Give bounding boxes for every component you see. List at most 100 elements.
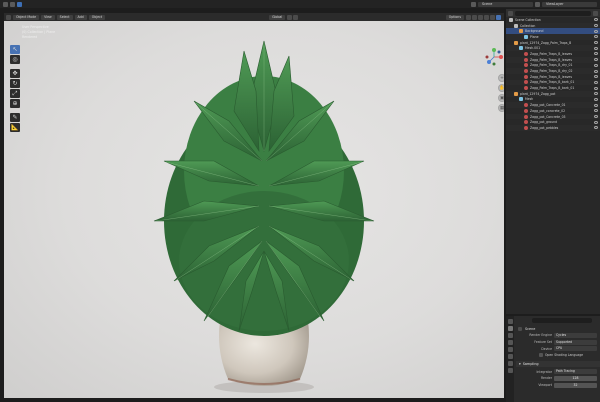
annotate-tool-icon[interactable]: ✎	[10, 113, 20, 122]
visibility-eye-icon[interactable]	[594, 103, 598, 107]
outliner-panel: Scene Collection Collection Background Plan…	[506, 9, 600, 314]
outliner-row-label: Zagg_pot_Concrete_03	[530, 114, 566, 119]
visibility-eye-icon[interactable]	[594, 46, 598, 50]
visibility-eye-icon[interactable]	[594, 86, 598, 90]
tool-tab-icon[interactable]	[507, 319, 513, 324]
outliner-row-label: Mesh.001	[525, 46, 541, 51]
perspective-toggle-icon[interactable]: ▦	[498, 104, 504, 112]
select-tool-icon[interactable]: ↖	[10, 45, 20, 54]
feature-set-dropdown[interactable]: Supported	[554, 339, 597, 345]
camera-view-icon[interactable]: ▣	[498, 94, 504, 102]
rendered-shading-icon[interactable]	[496, 14, 501, 20]
visibility-eye-icon[interactable]	[594, 97, 598, 101]
device-dropdown[interactable]: CPU	[554, 346, 597, 352]
proportional-edit-icon[interactable]	[293, 14, 299, 20]
visibility-eye-icon[interactable]	[594, 120, 598, 124]
move-tool-icon[interactable]: ✥	[10, 69, 20, 78]
xray-icon[interactable]	[472, 14, 477, 20]
scene-tab-icon[interactable]	[507, 347, 513, 352]
visibility-eye-icon[interactable]	[594, 92, 598, 96]
wireframe-shading-icon[interactable]	[478, 14, 483, 20]
mode-selector[interactable]: Object Mode	[13, 14, 40, 20]
render-engine-dropdown[interactable]: Cycles	[554, 332, 597, 338]
menu-icon[interactable]	[10, 1, 15, 7]
visibility-eye-icon[interactable]	[594, 24, 598, 28]
chevron-down-icon: ▾	[519, 362, 521, 367]
material-tab-icon[interactable]	[507, 368, 513, 373]
object-icon	[514, 91, 518, 96]
transform-orientation-selector[interactable]: Global	[269, 14, 286, 20]
render-samples-field[interactable]: 128	[554, 375, 597, 381]
visibility-eye-icon[interactable]	[594, 41, 598, 45]
viewport-samples-field[interactable]: 32	[554, 382, 597, 388]
outliner-row-label: Zagg_Palm_Traps_B_bark_01	[530, 80, 575, 85]
integrator-dropdown[interactable]: Path Tracing	[554, 369, 597, 375]
filter-icon[interactable]	[593, 10, 598, 16]
osl-checkbox-row[interactable]: Open Shading Language	[539, 353, 600, 358]
scale-tool-icon[interactable]: ⤢	[10, 89, 20, 98]
sampling-section-header[interactable]: ▾ Sampling	[516, 361, 600, 368]
scene-selector[interactable]: Scene	[478, 1, 533, 7]
measure-tool-icon[interactable]: 📐	[10, 123, 20, 132]
material-icon	[524, 80, 528, 85]
select-menu[interactable]: Select	[56, 14, 73, 20]
overlay-icon[interactable]	[466, 14, 471, 20]
world-tab-icon[interactable]	[507, 354, 513, 359]
visibility-eye-icon[interactable]	[594, 58, 598, 62]
view-menu[interactable]: View	[41, 14, 55, 20]
rotate-tool-icon[interactable]: ↻	[10, 79, 20, 88]
visibility-eye-icon[interactable]	[594, 126, 598, 130]
field-label: Viewport	[538, 383, 552, 388]
osl-checkbox[interactable]	[539, 353, 543, 358]
outliner-row-label: plant_12974_Zagg_Palm_Traps_B	[520, 40, 572, 45]
object-tab-icon[interactable]	[507, 361, 513, 366]
pan-hand-icon[interactable]: ✋	[498, 84, 504, 92]
transform-tool-icon[interactable]: ⊕	[10, 99, 20, 108]
editor-type-icon[interactable]	[6, 14, 11, 20]
view-layer-selector[interactable]: ViewLayer	[542, 1, 597, 7]
outliner-row[interactable]: Zagg_pot_pebbles	[506, 125, 600, 131]
options-menu[interactable]: Options	[445, 14, 464, 20]
mesh-icon	[524, 34, 528, 39]
visibility-eye-icon[interactable]	[594, 52, 598, 56]
visibility-eye-icon[interactable]	[594, 69, 598, 73]
cursor-tool-icon[interactable]: ◎	[10, 55, 20, 64]
navigation-gizmo[interactable]	[482, 45, 504, 69]
snap-icon[interactable]	[287, 14, 293, 20]
solid-shading-icon[interactable]	[484, 14, 489, 20]
zoom-icon[interactable]: +	[498, 74, 504, 82]
material-icon	[524, 57, 528, 62]
visibility-eye-icon[interactable]	[594, 18, 598, 22]
material-shading-icon[interactable]	[490, 14, 495, 20]
field-label: Integrator	[536, 369, 553, 374]
visibility-eye-icon[interactable]	[594, 115, 598, 119]
mesh-icon	[519, 97, 523, 102]
material-icon	[524, 114, 528, 119]
scene-icon	[518, 327, 522, 331]
visibility-eye-icon[interactable]	[594, 80, 598, 84]
add-menu[interactable]: Add	[74, 14, 87, 20]
object-icon	[519, 29, 523, 34]
visibility-eye-icon[interactable]	[594, 29, 598, 33]
render-tab-icon[interactable]	[507, 326, 513, 331]
outliner-row-label: Zagg_pot_ground	[530, 120, 558, 125]
outliner-row-label: plant_12974_Zagg_pot	[520, 91, 556, 96]
collection-icon	[509, 17, 513, 22]
properties-content: Scene Render Engine Cycles Feature Set S…	[516, 316, 600, 402]
viewport-samples-row: Viewport 32	[516, 382, 600, 388]
visibility-eye-icon[interactable]	[594, 109, 598, 113]
blender-logo-icon[interactable]	[3, 1, 8, 7]
object-menu[interactable]: Object	[88, 14, 106, 20]
properties-search-input[interactable]	[532, 318, 592, 323]
3d-viewport[interactable]: User Perspective (0) Collection | Plane …	[4, 21, 504, 398]
outliner-display-mode-icon[interactable]	[508, 10, 513, 16]
feature-set-row: Feature Set Supported	[516, 339, 600, 345]
outliner-search-input[interactable]	[515, 10, 591, 16]
output-tab-icon[interactable]	[507, 333, 513, 338]
view-layer-tab-icon[interactable]	[507, 340, 513, 345]
visibility-eye-icon[interactable]	[594, 35, 598, 39]
outliner-header	[506, 9, 600, 17]
visibility-eye-icon[interactable]	[594, 75, 598, 79]
visibility-eye-icon[interactable]	[594, 63, 598, 67]
workspace-icon[interactable]	[17, 1, 22, 7]
